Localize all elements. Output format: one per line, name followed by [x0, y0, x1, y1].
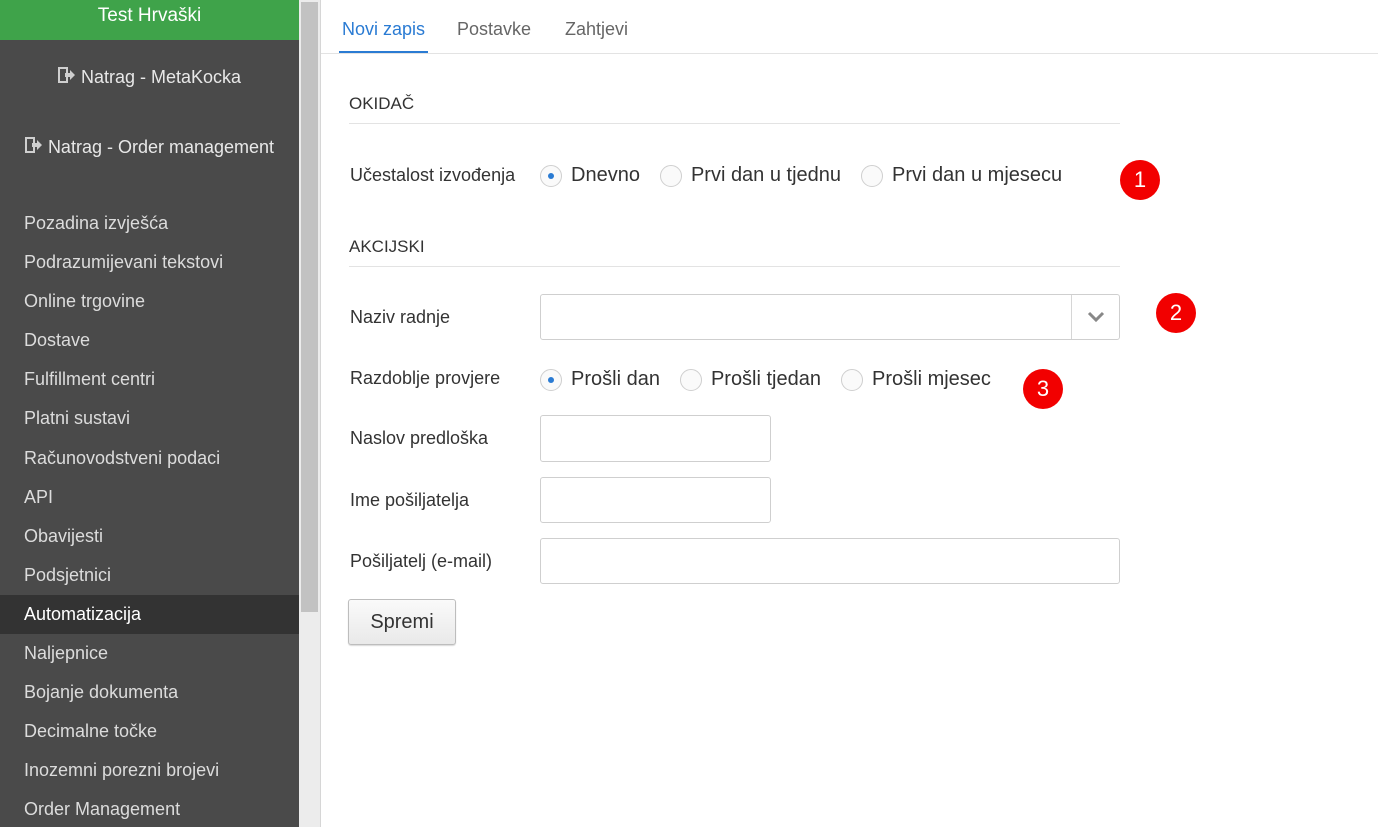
- sign-out-icon: [24, 136, 43, 159]
- period-label: Razdoblje provjere: [350, 368, 501, 388]
- sidebar-item-order-management[interactable]: Order Management: [0, 790, 299, 829]
- sidebar-item-inozemni-porezni-brojevi[interactable]: Inozemni porezni brojevi: [0, 751, 299, 790]
- frequency-option-label: Prvi dan u mjesecu: [892, 164, 1063, 186]
- frequency-label: Učestalost izvođenja: [350, 165, 516, 185]
- sign-out-icon: [57, 66, 76, 89]
- sidebar-item-decimalne-tocke[interactable]: Decimalne točke: [0, 712, 299, 751]
- chevron-down-icon[interactable]: [1071, 295, 1119, 339]
- action-name-select[interactable]: [540, 294, 1120, 340]
- tab-bar: Novi zapis Postavke Zahtjevi: [321, 0, 1378, 54]
- sidebar-item-fulfillment-centri[interactable]: Fulfillment centri: [0, 360, 299, 399]
- settings-menu: Pozadina izvješća Podrazumijevani teksto…: [0, 204, 299, 830]
- sidebar-item-naljepnice[interactable]: Naljepnice: [0, 634, 299, 673]
- trigger-section-title: OKIDAČ: [349, 94, 1120, 124]
- sidebar-item-dostave[interactable]: Dostave: [0, 321, 299, 360]
- sidebar-item-obavijesti[interactable]: Obavijesti: [0, 517, 299, 556]
- sender-email-label: Pošiljatelj (e-mail): [350, 551, 493, 571]
- period-option-prosli-dan[interactable]: Prošli dan: [540, 368, 660, 391]
- sidebar-item-api[interactable]: API: [0, 478, 299, 517]
- template-title-input[interactable]: [540, 415, 771, 462]
- sidebar-item-pozadina-izvjesca[interactable]: Pozadina izvješća: [0, 204, 299, 243]
- tab-postavke[interactable]: Postavke: [457, 0, 531, 53]
- frequency-option-label: Dnevno: [571, 164, 640, 186]
- sidebar-item-online-trgovine[interactable]: Online trgovine: [0, 282, 299, 321]
- sidebar-item-racunovodstveni-podaci[interactable]: Računovodstveni podaci: [0, 439, 299, 478]
- action-section-title: AKCIJSKI: [349, 237, 1120, 267]
- sidebar-item-automatizacija[interactable]: Automatizacija: [0, 594, 299, 635]
- tab-zahtjevi[interactable]: Zahtjevi: [565, 0, 628, 53]
- template-title-label: Naslov predloška: [350, 428, 489, 448]
- radio-icon: [861, 164, 884, 187]
- radio-icon: [679, 368, 702, 391]
- annotation-badge-2: 2: [1156, 293, 1196, 333]
- frequency-option-dnevno[interactable]: Dnevno: [540, 164, 640, 187]
- period-option-label: Prošli tjedan: [710, 368, 821, 390]
- sender-name-label: Ime pošiljatelja: [350, 490, 470, 510]
- period-option-label: Prošli mjesec: [872, 368, 991, 390]
- company-title: Test Hrvaški: [0, 0, 299, 40]
- action-name-label: Naziv radnje: [350, 307, 451, 327]
- period-option-prosli-mjesec[interactable]: Prošli mjesec: [841, 368, 991, 391]
- frequency-option-prvi-dan-u-tjednu[interactable]: Prvi dan u tjednu: [659, 164, 842, 187]
- back-metakocka-link[interactable]: Natrag - MetaKocka: [0, 66, 299, 89]
- tab-novi-zapis[interactable]: Novi zapis: [339, 0, 428, 53]
- period-radio-group: Prošli dan Prošli tjedan Prošli mjesec: [540, 368, 1011, 391]
- frequency-radio-group: Dnevno Prvi dan u tjednu Prvi dan u mjes…: [540, 164, 1082, 187]
- frequency-option-prvi-dan-u-mjesecu[interactable]: Prvi dan u mjesecu: [861, 164, 1062, 187]
- back-metakocka-label: Natrag - MetaKocka: [80, 67, 242, 87]
- radio-icon: [540, 368, 562, 391]
- sidebar-item-podrazumijevani-tekstovi[interactable]: Podrazumijevani tekstovi: [0, 243, 299, 282]
- back-order-management-link[interactable]: Natrag - Order management: [0, 136, 299, 159]
- sidebar-item-podsjetnici[interactable]: Podsjetnici: [0, 556, 299, 595]
- sidebar-scrollbar-thumb[interactable]: [301, 2, 318, 612]
- period-option-prosli-tjedan[interactable]: Prošli tjedan: [679, 368, 821, 391]
- sidebar: Test Hrvaški Natrag - MetaKocka Natrag -…: [0, 0, 299, 827]
- annotation-badge-1: 1: [1120, 160, 1160, 200]
- sidebar-item-bojanje-dokumenta[interactable]: Bojanje dokumenta: [0, 673, 299, 712]
- radio-icon: [841, 368, 863, 391]
- sidebar-item-platni-sustavi[interactable]: Platni sustavi: [0, 399, 299, 438]
- radio-icon: [540, 164, 562, 187]
- save-button[interactable]: Spremi: [348, 599, 456, 645]
- back-order-management-label: Natrag - Order management: [47, 137, 275, 157]
- sender-name-input[interactable]: [540, 477, 771, 523]
- annotation-badge-3: 3: [1023, 369, 1063, 409]
- radio-icon: [659, 164, 682, 187]
- frequency-option-label: Prvi dan u tjednu: [690, 164, 842, 186]
- sender-email-input[interactable]: [540, 538, 1120, 584]
- period-option-label: Prošli dan: [571, 368, 660, 390]
